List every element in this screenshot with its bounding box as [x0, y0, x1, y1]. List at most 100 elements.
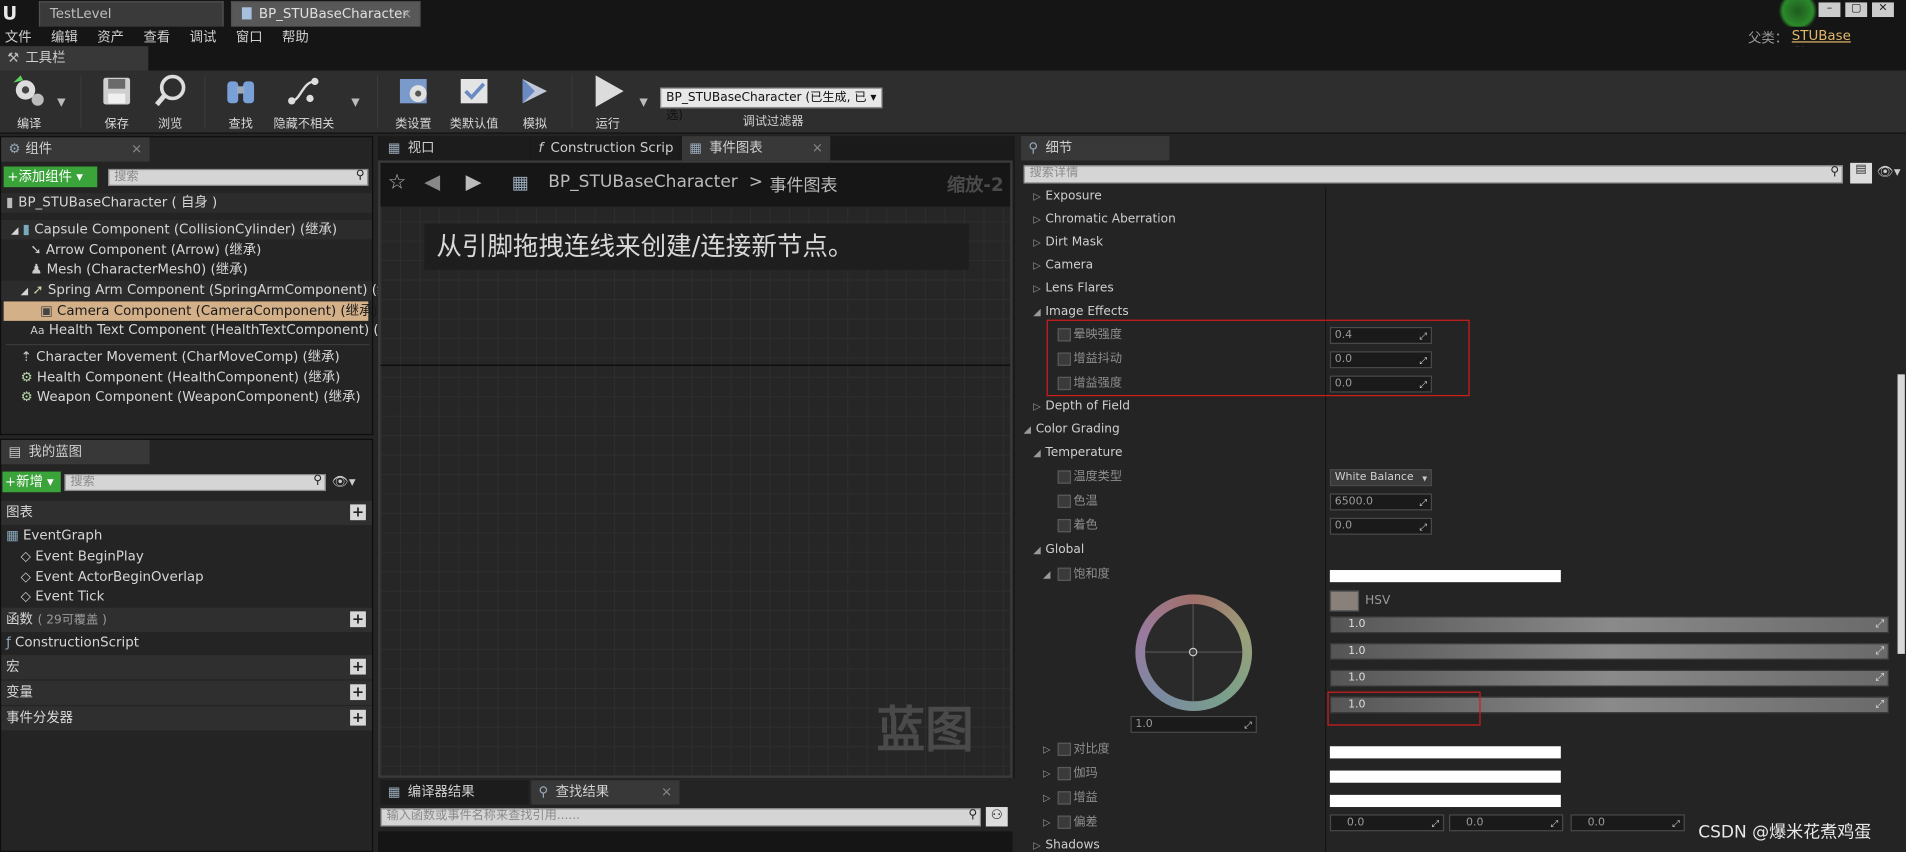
category-graphs[interactable]: 图表 +: [1, 500, 372, 526]
graph-canvas[interactable]: ☆ ◀ ▶ ▦ BP_STUBaseCharacter > 事件图表 缩放-2 …: [378, 160, 1013, 778]
play-button[interactable]: 运行: [579, 73, 637, 131]
find-all-button[interactable]: ⚇: [985, 807, 1008, 827]
override-checkbox[interactable]: [1057, 766, 1071, 781]
minimize-icon[interactable]: –: [1818, 2, 1841, 18]
menu-edit[interactable]: 编辑: [51, 27, 78, 46]
menu-view[interactable]: 查看: [143, 27, 170, 46]
tab-details[interactable]: ⚲ 细节: [1021, 136, 1170, 161]
component-row[interactable]: ♟ Mesh (CharacterMesh0) (继承): [1, 260, 247, 279]
component-row[interactable]: ◢ ➚ Spring Arm Component (SpringArmCompo…: [1, 280, 409, 301]
close-icon[interactable]: ×: [401, 2, 412, 25]
override-checkbox[interactable]: [1057, 494, 1071, 509]
gamma-color-bar[interactable]: [1329, 770, 1561, 783]
component-search-input[interactable]: 搜索 ⚲: [108, 168, 369, 186]
component-self-row[interactable]: ▮ BP_STUBaseCharacter ( 自身 ): [1, 193, 372, 213]
back-arrow-icon[interactable]: ◀: [424, 170, 440, 194]
component-row[interactable]: ⇡ Character Movement (CharMoveComp) (继承): [1, 348, 340, 367]
component-row-selected[interactable]: ▣ Camera Component (CameraComponent) (继承…: [3, 301, 378, 321]
offset-z-field[interactable]: 0.0 ⤢: [1570, 814, 1685, 832]
white-tint-field[interactable]: 0.0 ⤢: [1329, 517, 1432, 535]
maximize-icon[interactable]: ▢: [1845, 2, 1868, 18]
close-icon[interactable]: ×: [131, 137, 142, 161]
tab-my-blueprint[interactable]: ▤ 我的蓝图: [1, 439, 150, 465]
forward-arrow-icon[interactable]: ▶: [466, 170, 482, 194]
component-row[interactable]: ➘ Arrow Component (Arrow) (继承): [1, 241, 261, 260]
find-button[interactable]: 查找: [212, 73, 270, 131]
eye-icon[interactable]: 👁▾: [332, 474, 356, 490]
category-macros[interactable]: 宏 +: [1, 655, 372, 680]
doc-tab-blueprint[interactable]: BP_STUBaseCharacter ×: [230, 1, 421, 27]
close-window-icon[interactable]: ✕: [1872, 2, 1894, 18]
eye-icon[interactable]: 👁▾: [1877, 164, 1901, 180]
add-function-button[interactable]: +: [350, 611, 366, 628]
add-variable-button[interactable]: +: [350, 684, 366, 701]
component-row[interactable]: ◢ ▮ Capsule Component (CollisionCylinder…: [1, 219, 372, 240]
category-depth-of-field[interactable]: ▷ Depth of Field: [1021, 395, 1902, 418]
blue-channel-slider[interactable]: B 1.0 ⤢: [1329, 669, 1890, 687]
property-matrix-icon[interactable]: ▤: [1850, 162, 1873, 184]
event-graph-item[interactable]: ▦ EventGraph: [1, 526, 102, 545]
tab-find-results[interactable]: ⚲ 查找结果 ×: [531, 780, 680, 805]
class-defaults-button[interactable]: 类默认值: [445, 73, 503, 131]
close-icon[interactable]: ×: [812, 136, 823, 160]
override-checkbox[interactable]: [1057, 815, 1071, 829]
doc-tab-testlevel[interactable]: TestLevel: [38, 1, 224, 27]
compile-button[interactable]: 编译: [0, 73, 58, 131]
tab-toolbar[interactable]: ⚒ 工具栏: [0, 46, 149, 71]
category-chromatic-aberration[interactable]: ▷ Chromatic Aberration: [1021, 208, 1902, 231]
menu-file[interactable]: 文件: [5, 27, 32, 46]
menu-window[interactable]: 窗口: [236, 27, 263, 46]
hsv-toggle[interactable]: HSV: [1365, 594, 1390, 607]
category-functions[interactable]: 函数 ( 29可覆盖 ) +: [1, 607, 372, 633]
offset-y-field[interactable]: 0.0 ⤢: [1448, 814, 1564, 832]
tab-construction-script[interactable]: f Construction Scrip: [531, 136, 680, 161]
hide-unrelated-button[interactable]: 隐藏不相关: [270, 73, 338, 131]
override-checkbox[interactable]: [1057, 518, 1071, 533]
red-channel-slider[interactable]: R 1.0 ⤢: [1329, 616, 1890, 634]
component-row[interactable]: ⚙ Health Component (HealthComponent) (继承…: [1, 368, 341, 387]
category-temperature[interactable]: ◢ Temperature: [1021, 441, 1902, 464]
menu-help[interactable]: 帮助: [282, 27, 309, 46]
tab-viewport[interactable]: ▦ 视口: [380, 136, 529, 161]
category-color-grading[interactable]: ◢ Color Grading: [1021, 418, 1902, 441]
hide-dropdown-icon[interactable]: ▼: [351, 97, 359, 109]
category-lens-flares[interactable]: ▷ Lens Flares: [1021, 277, 1902, 300]
wheel-value-field[interactable]: 1.0 ⤢: [1130, 715, 1257, 733]
menu-asset[interactable]: 资产: [97, 27, 124, 46]
temperature-type-select[interactable]: White Balance ▾: [1329, 469, 1432, 487]
event-item[interactable]: ◇ Event BeginPlay: [1, 547, 144, 566]
tab-compiler-results[interactable]: ▦ 编译器结果: [380, 780, 529, 805]
offset-x-field[interactable]: 0.0 ⤢: [1329, 814, 1445, 832]
construction-script-item[interactable]: ƒ ConstructionScript: [1, 633, 139, 652]
menu-debug[interactable]: 调试: [190, 27, 217, 46]
add-graph-button[interactable]: +: [350, 504, 366, 521]
override-checkbox[interactable]: [1057, 791, 1071, 805]
override-checkbox[interactable]: [1057, 470, 1071, 484]
breadcrumb-blueprint[interactable]: BP_STUBaseCharacter: [548, 173, 738, 192]
white-temp-field[interactable]: 6500.0 ⤢: [1329, 493, 1432, 511]
category-variables[interactable]: 变量 +: [1, 680, 372, 705]
tab-event-graph[interactable]: ▦ 事件图表 ×: [681, 136, 831, 161]
override-checkbox[interactable]: [1057, 567, 1071, 581]
color-wheel[interactable]: [1135, 594, 1253, 712]
star-icon[interactable]: ☆: [388, 170, 407, 194]
simulate-button[interactable]: 模拟: [506, 73, 564, 131]
category-global[interactable]: ◢ Global: [1021, 538, 1902, 561]
browse-button[interactable]: 浏览: [141, 73, 199, 131]
add-new-button[interactable]: +新增 ▾: [2, 471, 61, 493]
color-swatch[interactable]: [1329, 590, 1360, 612]
save-button[interactable]: 保存: [88, 73, 146, 131]
event-item[interactable]: ◇ Event ActorBeginOverlap: [1, 568, 204, 587]
contrast-color-bar[interactable]: [1329, 746, 1561, 759]
find-references-input[interactable]: 输入函数或事件名称来查找引用...... ⚲: [380, 808, 981, 827]
add-dispatcher-button[interactable]: +: [350, 709, 366, 726]
add-macro-button[interactable]: +: [350, 658, 366, 675]
blueprint-search-input[interactable]: 搜索 ⚲: [64, 474, 326, 492]
add-component-button[interactable]: +添加组件 ▾: [3, 166, 98, 188]
saturation-color-bar[interactable]: [1329, 570, 1561, 583]
tab-components[interactable]: ⚙ 组件 ×: [1, 137, 150, 162]
component-row[interactable]: Aa Health Text Component (HealthTextComp…: [1, 321, 410, 340]
component-row[interactable]: ⚙ Weapon Component (WeaponComponent) (继承…: [1, 388, 361, 407]
green-channel-slider[interactable]: G 1.0 ⤢: [1329, 642, 1890, 660]
play-dropdown-icon[interactable]: ▼: [639, 97, 647, 109]
